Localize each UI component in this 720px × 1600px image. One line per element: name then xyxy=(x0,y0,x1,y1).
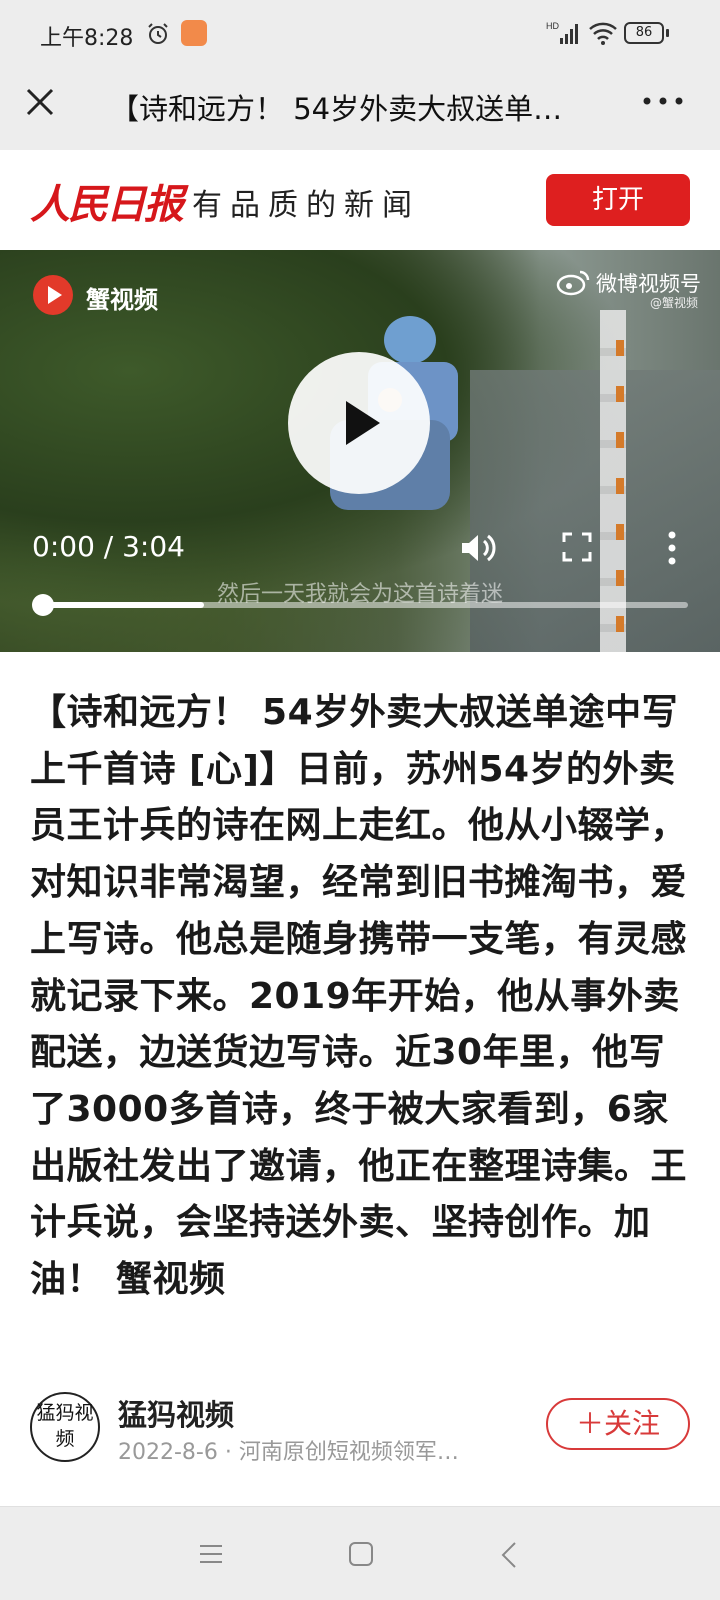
status-time: 上午8:28 xyxy=(40,26,134,51)
menu-icon[interactable] xyxy=(198,1543,224,1565)
progress-thumb[interactable] xyxy=(32,594,54,616)
fullscreen-icon[interactable] xyxy=(562,532,592,562)
open-app-button[interactable]: 打开 xyxy=(546,174,690,226)
video-road xyxy=(470,370,720,652)
progress-buffered xyxy=(42,602,204,608)
play-icon xyxy=(346,401,380,445)
battery-cap xyxy=(666,29,669,37)
battery-level: 86 xyxy=(624,22,664,44)
brand-logo: 人民日报 xyxy=(30,181,184,228)
wifi-icon xyxy=(589,22,617,45)
article-body: 【诗和远方！ 54岁外卖大叔送单途中写上千首诗 [心]】日前，苏州54岁的外卖员… xyxy=(30,692,688,1301)
author-meta: 2022-8-6 · 河南原创短视频领军品牌 xyxy=(118,1440,478,1465)
progress-track[interactable] xyxy=(42,602,688,608)
brand-slogan: 有品质的新闻 xyxy=(192,188,420,223)
hd-signal-icon: HD xyxy=(546,21,578,44)
app-badge-icon xyxy=(181,20,207,46)
svg-text:HD: HD xyxy=(546,21,559,31)
battery-icon: 86 xyxy=(624,22,670,46)
alarm-icon xyxy=(148,23,168,44)
volume-icon[interactable] xyxy=(460,532,496,564)
title-bar: 【诗和远方！ 54岁外卖大叔送单途中写上千首诗 xyxy=(0,70,720,150)
more-icon[interactable] xyxy=(640,86,686,116)
video-time: 0:00 / 3:04 xyxy=(32,530,185,563)
channel-name: 蟹视频 xyxy=(86,286,158,314)
back-icon[interactable] xyxy=(500,1541,518,1569)
weibo-icon xyxy=(556,270,590,296)
page-title: 【诗和远方！ 54岁外卖大叔送单途中写上千首诗 xyxy=(110,92,590,126)
close-icon[interactable] xyxy=(22,84,58,120)
status-bar: 上午8:28 HD 86 xyxy=(0,0,720,70)
follow-button[interactable]: ＋关注 xyxy=(546,1398,690,1450)
video-player[interactable]: 蟹视频 微博视频号 @蟹视频 0:00 / 3:04 然后一天我就会为这首诗着迷 xyxy=(0,250,720,652)
nav-bar xyxy=(0,1506,720,1600)
brand-bar: 人民日报 有品质的新闻 打开 xyxy=(0,150,720,250)
home-icon[interactable] xyxy=(348,1541,374,1567)
play-button[interactable] xyxy=(288,352,430,494)
author-avatar[interactable]: 猛犸视频 xyxy=(30,1392,100,1462)
author-name[interactable]: 猛犸视频 xyxy=(118,1392,234,1434)
more-vertical-icon[interactable] xyxy=(666,530,678,566)
weibo-watermark-sub: @蟹视频 xyxy=(650,296,699,310)
channel-logo-icon xyxy=(33,275,73,315)
